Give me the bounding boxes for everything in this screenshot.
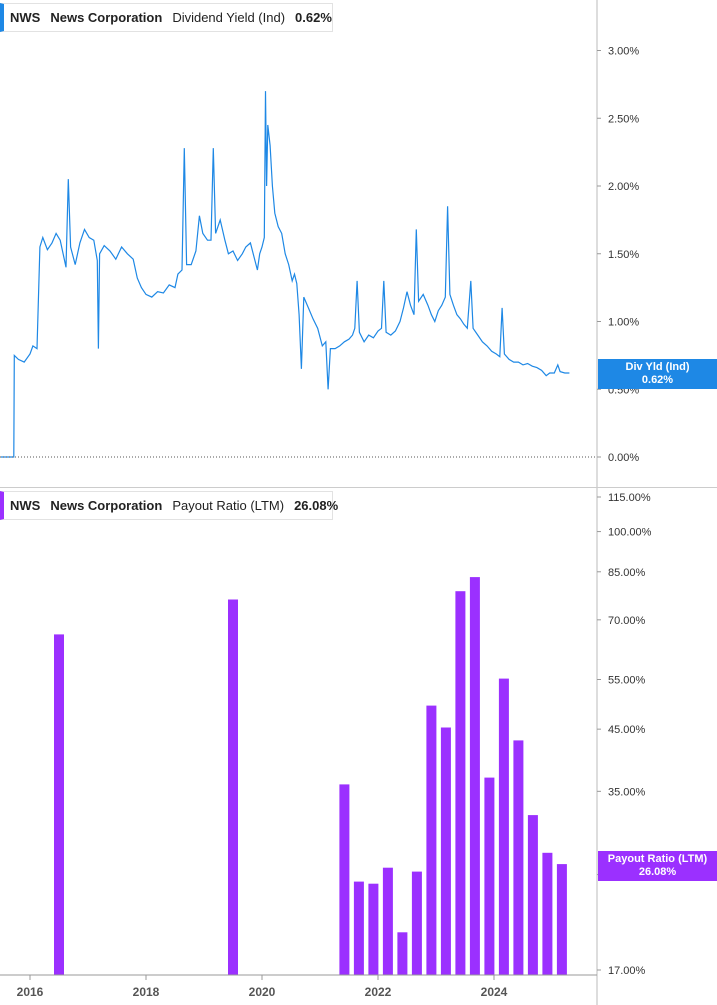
payout-ratio-bar bbox=[484, 777, 495, 975]
y-tick-label: 85.00% bbox=[608, 567, 646, 579]
y-tick-label: 17.00% bbox=[608, 965, 646, 977]
y-tick-label: 45.00% bbox=[608, 724, 646, 736]
payout-ratio-bar bbox=[469, 577, 480, 975]
bottom-legend[interactable]: NWS News Corporation Payout Ratio (LTM) … bbox=[0, 491, 338, 520]
dividend-yield-line bbox=[1, 91, 570, 458]
payout-ratio-bars bbox=[54, 577, 567, 975]
payout-ratio-bar bbox=[368, 883, 379, 975]
y-tick-label: 70.00% bbox=[608, 615, 646, 627]
current-yield-tag-label: Div Yld (Ind) bbox=[625, 361, 690, 373]
y-tick-label: 2.00% bbox=[608, 181, 639, 193]
y-tick-label: 35.00% bbox=[608, 786, 646, 798]
payout-ratio-bar bbox=[498, 678, 509, 975]
y-tick-label: 115.00% bbox=[608, 492, 651, 504]
y-tick-label: 3.00% bbox=[608, 46, 639, 58]
top-legend-value: 0.62% bbox=[295, 10, 332, 25]
top-legend-company: News Corporation bbox=[50, 10, 163, 25]
payout-ratio-bar bbox=[513, 740, 524, 975]
x-tick-label: 2020 bbox=[249, 985, 276, 999]
top-legend-ticker: NWS bbox=[10, 10, 41, 25]
top-legend[interactable]: NWS News Corporation Dividend Yield (Ind… bbox=[0, 3, 333, 32]
current-payout-tag-value: 26.08% bbox=[638, 866, 677, 878]
current-payout-tag-label: Payout Ratio (LTM) bbox=[607, 853, 708, 865]
payout-ratio-bar bbox=[353, 881, 364, 975]
bottom-legend-value: 26.08% bbox=[294, 498, 339, 513]
payout-ratio-bar bbox=[411, 871, 422, 975]
payout-ratio-bar bbox=[440, 727, 451, 975]
payout-ratio-bar bbox=[527, 815, 538, 975]
current-payout-tag: Payout Ratio (LTM) 26.08% bbox=[598, 851, 717, 881]
payout-ratio-bar bbox=[556, 864, 567, 975]
payout-ratio-bar bbox=[339, 784, 350, 975]
payout-ratio-bar bbox=[542, 852, 553, 975]
y-tick-label: 1.00% bbox=[608, 317, 639, 329]
x-tick-label: 2024 bbox=[481, 985, 508, 999]
payout-ratio-bar bbox=[228, 599, 238, 975]
payout-ratio-bar bbox=[426, 705, 437, 975]
y-tick-label: 1.50% bbox=[608, 249, 639, 261]
payout-ratio-bar bbox=[397, 932, 408, 975]
top-legend-metric: Dividend Yield (Ind) bbox=[172, 10, 286, 25]
bottom-legend-company: News Corporation bbox=[50, 498, 163, 513]
payout-ratio-bar bbox=[382, 867, 393, 975]
current-yield-tag-value: 0.62% bbox=[641, 374, 674, 386]
y-tick-label: 55.00% bbox=[608, 674, 646, 686]
y-tick-label: 100.00% bbox=[608, 527, 652, 539]
x-tick-label: 2022 bbox=[365, 985, 392, 999]
dividend-yield-series bbox=[1, 91, 570, 458]
bottom-legend-ticker: NWS bbox=[10, 498, 41, 513]
payout-ratio-bar bbox=[54, 634, 64, 975]
bottom-legend-metric: Payout Ratio (LTM) bbox=[172, 498, 285, 513]
current-yield-tag: Div Yld (Ind) 0.62% bbox=[598, 359, 717, 389]
y-tick-label: 0.00% bbox=[608, 452, 639, 464]
x-tick-label: 2016 bbox=[17, 985, 44, 999]
x-tick-label: 2018 bbox=[133, 985, 160, 999]
y-tick-label: 2.50% bbox=[608, 113, 639, 125]
payout-ratio-bar bbox=[455, 591, 466, 975]
